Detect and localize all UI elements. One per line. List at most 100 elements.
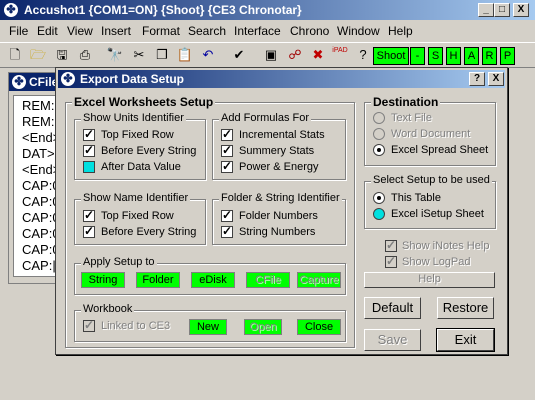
string-numbers-checkbox[interactable] — [221, 224, 233, 238]
menu-format[interactable]: Format — [142, 24, 180, 38]
dialog-title: Export Data Setup — [80, 72, 185, 86]
spell-check-icon[interactable]: ✔ — [230, 46, 248, 64]
close-button[interactable]: X — [513, 3, 529, 17]
units-every-string-checkbox[interactable] — [83, 143, 95, 157]
workbook-label: Workbook — [81, 303, 135, 315]
workbook-close-button[interactable]: Close — [297, 319, 341, 335]
export-data-setup-dialog: ✤ Export Data Setup ? X Excel Worksheets… — [55, 67, 508, 355]
paste-icon[interactable]: 📋 — [176, 46, 194, 64]
dialog-help-button[interactable]: ? — [469, 72, 485, 86]
menu-file[interactable]: File — [9, 24, 28, 38]
incremental-stats-checkbox[interactable] — [221, 127, 233, 141]
text-line: DAT> — [22, 146, 55, 161]
menu-edit[interactable]: Edit — [37, 24, 58, 38]
text-line: CAP:0 — [22, 210, 60, 225]
show-logpad-checkbox[interactable] — [385, 254, 397, 268]
save-button[interactable]: Save — [364, 329, 421, 351]
tools-icon[interactable]: ✖ — [309, 46, 327, 64]
apply-cfile-button[interactable]: CFile — [246, 272, 290, 288]
apply-edisk-button[interactable]: eDisk — [191, 272, 235, 288]
s-button[interactable]: S — [428, 47, 443, 65]
open-folder-icon[interactable]: 🗁 — [29, 46, 47, 64]
menu-interface[interactable]: Interface — [234, 24, 281, 38]
apply-setup-label: Apply Setup to — [81, 256, 157, 268]
default-button[interactable]: Default — [364, 297, 421, 319]
excel-spreadsheet-label: Excel Spread Sheet — [391, 144, 489, 156]
find-icon[interactable]: 🔭 — [106, 46, 124, 64]
undo-icon[interactable]: ↶ — [199, 46, 217, 64]
cfile-title: CFile — [29, 75, 59, 89]
formulas-group: Add Formulas For Incremental Stats Summe… — [212, 112, 346, 180]
minus-button[interactable]: - — [410, 47, 425, 65]
summery-stats-checkbox[interactable] — [221, 143, 233, 157]
menu-chrono[interactable]: Chrono — [290, 24, 329, 38]
a-button[interactable]: A — [464, 47, 479, 65]
summery-stats-label: Summery Stats — [239, 145, 315, 157]
excel-worksheets-group: Excel Worksheets Setup Show Units Identi… — [65, 95, 355, 348]
apply-string-button[interactable]: String — [81, 272, 125, 288]
menu-insert[interactable]: Insert — [101, 24, 131, 38]
new-file-icon[interactable]: 🗋 — [6, 46, 24, 64]
units-identifier-group: Show Units Identifier Top Fixed Row Befo… — [74, 112, 206, 180]
restore-setup-button[interactable]: Restore — [437, 297, 494, 319]
antenna-icon[interactable]: ☍ — [286, 46, 304, 64]
app-icon[interactable]: ✤ — [4, 3, 18, 17]
save-icon[interactable]: 🖫 — [53, 46, 71, 64]
restore-button[interactable]: □ — [494, 3, 510, 17]
help-button[interactable]: Help — [364, 272, 495, 288]
word-document-radio[interactable] — [373, 128, 385, 140]
power-energy-checkbox[interactable] — [221, 159, 233, 173]
formulas-label: Add Formulas For — [219, 112, 312, 124]
units-top-fixed-checkbox[interactable] — [83, 127, 95, 141]
workbook-open-button[interactable]: Open — [244, 319, 282, 335]
h-button[interactable]: H — [446, 47, 461, 65]
text-line: CAP:0 — [22, 226, 60, 241]
menu-view[interactable]: View — [67, 24, 93, 38]
linked-ce3-checkbox[interactable] — [83, 318, 95, 332]
dialog-close-button[interactable]: X — [488, 72, 504, 86]
folder-numbers-checkbox[interactable] — [221, 208, 233, 222]
menu-help[interactable]: Help — [388, 24, 413, 38]
string-numbers-label: String Numbers — [239, 226, 316, 238]
copy-icon[interactable]: ❐ — [153, 46, 171, 64]
show-logpad-label: Show LogPad — [402, 256, 471, 268]
this-table-radio[interactable] — [373, 192, 385, 204]
workbook-new-button[interactable]: New — [189, 319, 227, 335]
show-inotes-checkbox[interactable] — [385, 238, 397, 252]
screen-icon[interactable]: ▣ — [262, 46, 280, 64]
text-line: REM: — [22, 98, 55, 113]
app-title-bar[interactable]: ✤ Accushot1 {COM1=ON} {Shoot} {CE3 Chron… — [0, 0, 535, 20]
this-table-label: This Table — [391, 192, 441, 204]
ipad-icon[interactable]: iPAD — [331, 46, 349, 64]
help-question-icon[interactable]: ? — [354, 46, 372, 64]
text-file-radio[interactable] — [373, 112, 385, 124]
cfile-icon: ✤ — [12, 75, 26, 89]
text-file-label: Text File — [391, 112, 432, 124]
show-inotes-label: Show iNotes Help — [402, 240, 490, 252]
cut-icon[interactable]: ✂ — [130, 46, 148, 64]
p-button[interactable]: P — [500, 47, 515, 65]
units-after-value-checkbox[interactable] — [83, 161, 95, 173]
excel-isetup-radio[interactable] — [373, 208, 385, 220]
menu-window[interactable]: Window — [337, 24, 380, 38]
folder-string-label: Folder & String Identifier — [219, 192, 342, 204]
word-document-label: Word Document — [391, 128, 471, 140]
text-line: CAP:| — [22, 258, 56, 273]
print-icon[interactable]: ⎙ — [76, 46, 94, 64]
minimize-button[interactable]: _ — [478, 3, 494, 17]
dialog-title-bar[interactable]: ✤ Export Data Setup ? X — [58, 70, 505, 88]
shoot-button[interactable]: Shoot — [373, 47, 409, 65]
r-button[interactable]: R — [482, 47, 497, 65]
text-line: CAP:0 — [22, 194, 60, 209]
apply-setup-group: Apply Setup to String Folder eDisk CFile… — [74, 256, 346, 295]
apply-folder-button[interactable]: Folder — [136, 272, 180, 288]
menu-search[interactable]: Search — [188, 24, 226, 38]
excel-spreadsheet-radio[interactable] — [373, 144, 385, 156]
name-every-string-checkbox[interactable] — [83, 224, 95, 238]
exit-button[interactable]: Exit — [436, 328, 495, 352]
units-top-fixed-label: Top Fixed Row — [101, 129, 174, 141]
folder-numbers-label: Folder Numbers — [239, 210, 318, 222]
name-identifier-label: Show Name Identifier — [81, 192, 191, 204]
name-top-fixed-checkbox[interactable] — [83, 208, 95, 222]
apply-capture-button[interactable]: Capture — [297, 272, 341, 288]
